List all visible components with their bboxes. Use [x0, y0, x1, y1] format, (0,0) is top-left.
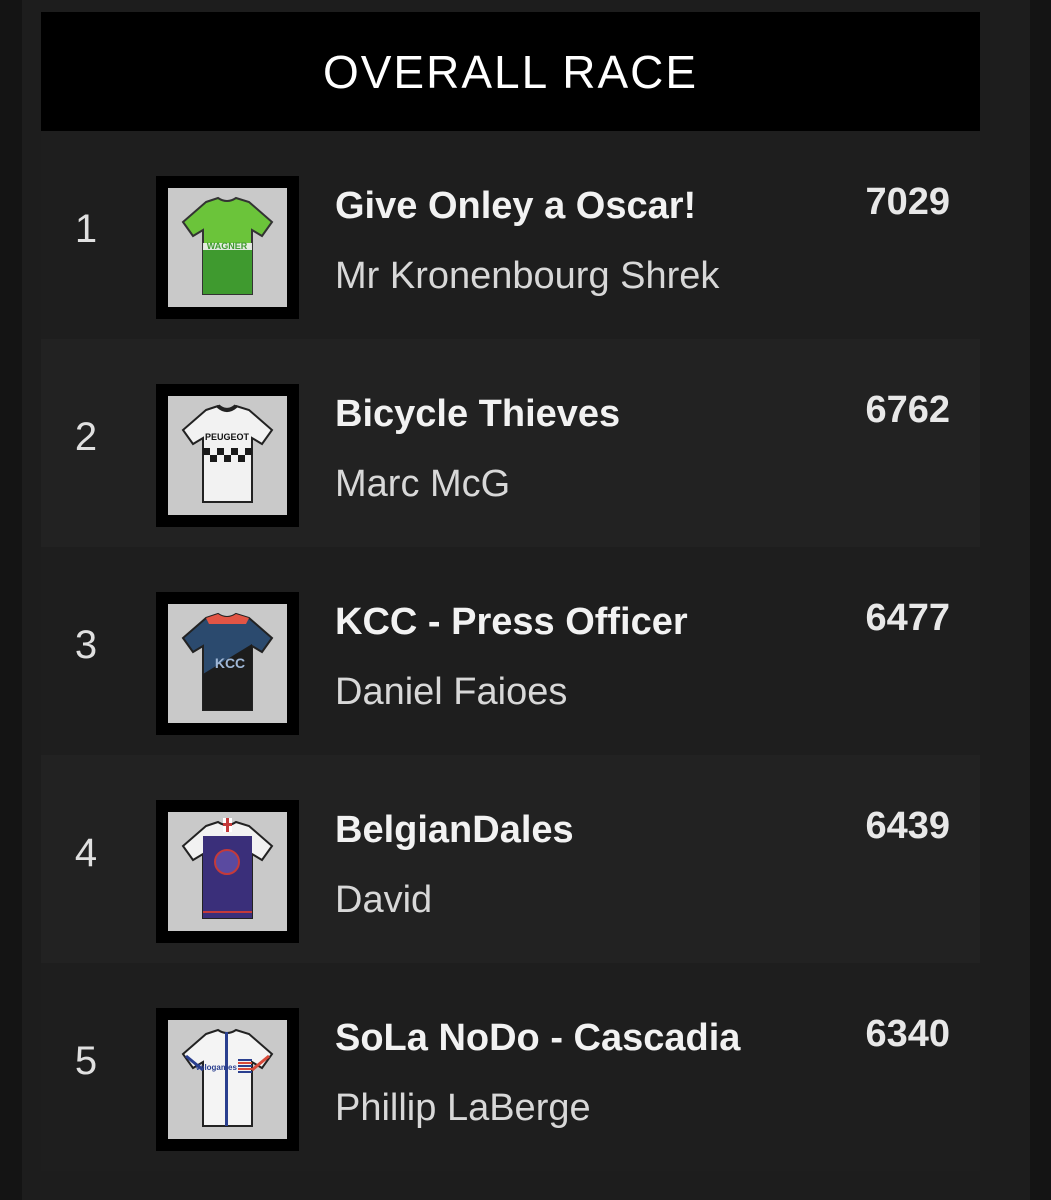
rank-number: 5 [74, 1039, 98, 1083]
jersey-sponsor-text: Velogames [195, 1063, 237, 1072]
white-velogames-jersey-icon: Velogames [181, 1028, 274, 1127]
rank-number: 1 [74, 207, 98, 251]
rank-number: 3 [74, 623, 98, 667]
team-name[interactable]: Bicycle Thieves [335, 393, 620, 436]
points-value: 7029 [865, 181, 950, 223]
jersey-avatar: KCC [156, 592, 299, 735]
jersey-sponsor-text: PEUGEOT [205, 432, 250, 442]
jersey-avatar: WAGNER [156, 176, 299, 319]
page-title: OVERALL RACE [322, 45, 699, 98]
owner-name: David [335, 879, 433, 921]
owner-name: Marc McG [335, 463, 511, 505]
rank-number: 2 [74, 415, 98, 459]
purple-crest-jersey-icon [181, 818, 274, 919]
green-wagner-jersey-icon: WAGNER [181, 196, 274, 295]
team-name[interactable]: Give Onley a Oscar! [335, 185, 696, 228]
points-value: 6762 [865, 389, 950, 431]
standings-row[interactable]: 2 PEUGEOT Bicycle Thieves Marc McG 6762 [41, 339, 980, 547]
points-value: 6439 [865, 805, 950, 847]
navy-kcc-jersey-icon: KCC [181, 612, 274, 711]
jersey-sponsor-text: KCC [215, 655, 245, 671]
standings-row[interactable]: 5 Velogames SoLa NoDo - Cascadia Phillip… [41, 963, 980, 1171]
team-name[interactable]: KCC - Press Officer [335, 601, 688, 644]
owner-name: Daniel Faioes [335, 671, 568, 713]
team-name[interactable]: SoLa NoDo - Cascadia [335, 1017, 740, 1060]
owner-name: Mr Kronenbourg Shrek [335, 255, 720, 297]
points-value: 6477 [865, 597, 950, 639]
jersey-avatar: PEUGEOT [156, 384, 299, 527]
white-peugeot-jersey-icon: PEUGEOT [181, 404, 274, 503]
jersey-sponsor-text: WAGNER [207, 241, 248, 251]
owner-name: Phillip LaBerge [335, 1087, 591, 1129]
standings-row[interactable]: 1 WAGNER Give Onley a Oscar! Mr Kronenbo… [41, 131, 980, 339]
points-value: 6340 [865, 1013, 950, 1055]
jersey-avatar [156, 800, 299, 943]
rank-number: 4 [74, 831, 98, 875]
standings-row[interactable]: 4 BelgianDales David 6439 [41, 755, 980, 963]
standings-row[interactable]: 3 KCC KCC - Press Officer Daniel Faioes … [41, 547, 980, 755]
standings-header: OVERALL RACE [41, 12, 980, 131]
team-name[interactable]: BelgianDales [335, 809, 574, 852]
jersey-avatar: Velogames [156, 1008, 299, 1151]
